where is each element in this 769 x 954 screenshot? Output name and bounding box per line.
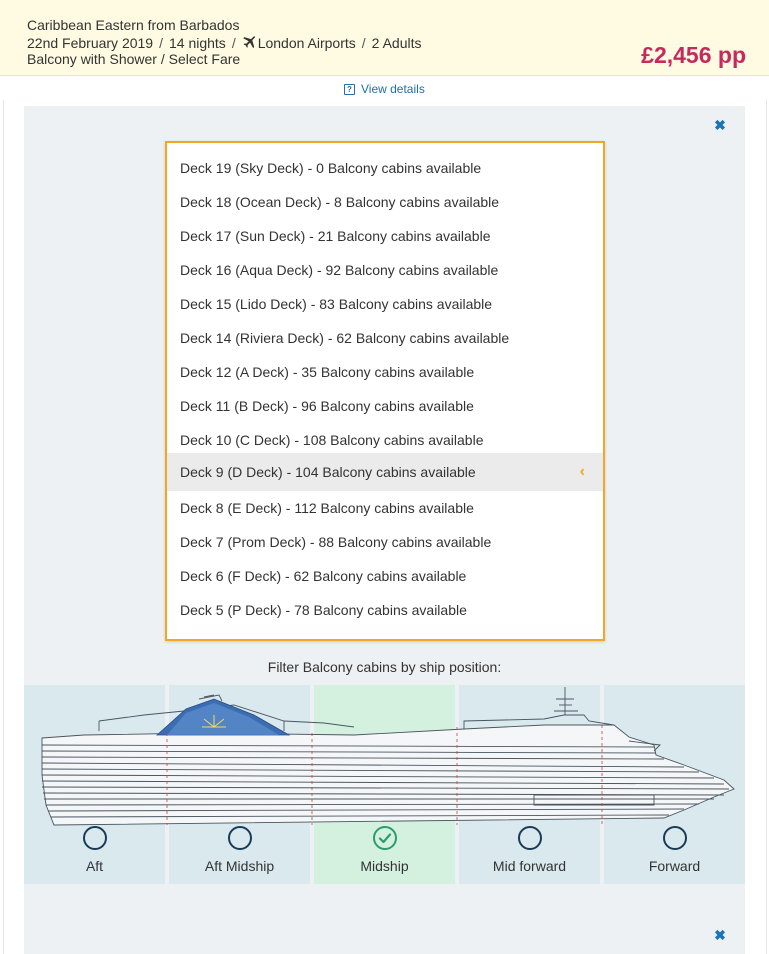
position-label: Midship bbox=[360, 858, 409, 874]
cruise-title: Caribbean Eastern from Barbados bbox=[27, 17, 240, 33]
deck-list: Deck 19 (Sky Deck) - 0 Balcony cabins av… bbox=[165, 141, 605, 641]
deck-option-label: Deck 9 (D Deck) - 104 Balcony cabins ava… bbox=[180, 464, 476, 480]
airplane-icon bbox=[242, 35, 258, 51]
view-details-label: View details bbox=[361, 82, 425, 96]
departure-airport: London Airports bbox=[257, 35, 356, 51]
divider bbox=[766, 100, 767, 954]
divider bbox=[3, 100, 4, 954]
separator: / bbox=[231, 35, 236, 51]
position-aft-midship[interactable]: Aft Midship bbox=[169, 685, 310, 884]
position-aft[interactable]: Aft bbox=[24, 685, 165, 884]
separator: / bbox=[159, 35, 163, 51]
deck-option[interactable]: Deck 19 (Sky Deck) - 0 Balcony cabins av… bbox=[167, 149, 603, 187]
position-label: Mid forward bbox=[492, 858, 567, 874]
radio-button[interactable] bbox=[662, 826, 687, 850]
deck-option[interactable]: Deck 12 (A Deck) - 35 Balcony cabins ava… bbox=[167, 353, 603, 391]
position-mid-forward[interactable]: Mid forward bbox=[459, 685, 600, 884]
radio-button[interactable] bbox=[227, 826, 252, 850]
radio-button[interactable] bbox=[517, 826, 542, 850]
separator: / bbox=[361, 35, 366, 51]
position-forward[interactable]: Forward bbox=[604, 685, 745, 884]
deck-option[interactable]: Deck 6 (F Deck) - 62 Balcony cabins avai… bbox=[167, 557, 603, 595]
close-icon[interactable]: ✖ bbox=[712, 117, 728, 133]
view-details-link[interactable]: ? View details bbox=[344, 82, 425, 96]
ship-position-filter-label: Filter Balcony cabins by ship position: bbox=[267, 659, 502, 675]
deck-option[interactable]: Deck 15 (Lido Deck) - 83 Balcony cabins … bbox=[167, 285, 603, 323]
deck-option[interactable]: Deck 7 (Prom Deck) - 88 Balcony cabins a… bbox=[167, 523, 603, 561]
chevron-left-icon: ‹ bbox=[579, 463, 585, 480]
close-icon[interactable]: ✖ bbox=[712, 927, 728, 943]
radio-button[interactable] bbox=[82, 826, 107, 850]
help-icon: ? bbox=[344, 83, 355, 95]
position-label: Aft bbox=[85, 858, 104, 874]
deck-option[interactable]: Deck 11 (B Deck) - 96 Balcony cabins ava… bbox=[167, 387, 603, 425]
cabin-type: Balcony with Shower / Select Fare bbox=[27, 51, 241, 67]
deck-option-selected[interactable]: Deck 9 (D Deck) - 104 Balcony cabins ava… bbox=[167, 453, 603, 491]
position-midship[interactable]: Midship bbox=[314, 685, 455, 884]
radio-button-checked[interactable] bbox=[372, 826, 397, 850]
booking-meta: 22nd February 2019 / 14 nights / London Airp… bbox=[27, 35, 422, 51]
deck-option[interactable]: Deck 16 (Aqua Deck) - 92 Balcony cabins … bbox=[167, 251, 603, 289]
deck-option[interactable]: Deck 14 (Riviera Deck) - 62 Balcony cabi… bbox=[167, 319, 603, 357]
price-per-person: £2,456 pp bbox=[641, 42, 746, 68]
position-label: Aft Midship bbox=[204, 858, 275, 874]
ship-position-filter: Aft Aft Midship Midship Mid forward Forw… bbox=[24, 685, 745, 885]
passengers: 2 Adults bbox=[371, 35, 422, 51]
check-icon bbox=[378, 833, 391, 844]
deck-option[interactable]: Deck 8 (E Deck) - 112 Balcony cabins ava… bbox=[167, 489, 603, 527]
deck-option[interactable]: Deck 5 (P Deck) - 78 Balcony cabins avai… bbox=[167, 591, 603, 629]
deck-option[interactable]: Deck 18 (Ocean Deck) - 8 Balcony cabins … bbox=[167, 183, 603, 221]
position-label: Forward bbox=[648, 858, 701, 874]
sailing-date: 22nd February 2019 bbox=[27, 35, 154, 51]
booking-summary-header: Caribbean Eastern from Barbados 22nd Feb… bbox=[0, 0, 769, 76]
deck-option[interactable]: Deck 17 (Sun Deck) - 21 Balcony cabins a… bbox=[167, 217, 603, 255]
nights: 14 nights bbox=[168, 35, 226, 51]
